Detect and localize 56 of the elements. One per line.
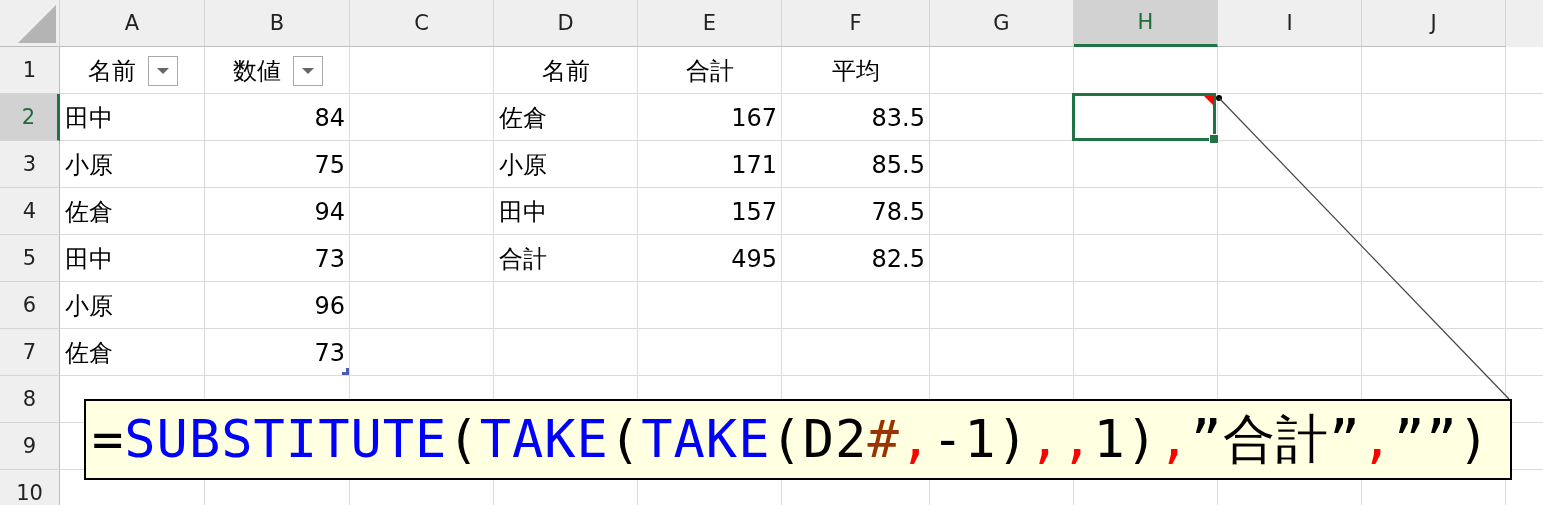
column-header[interactable]: A <box>60 0 205 47</box>
row-header[interactable]: 8 <box>0 376 60 423</box>
table-cell-text: 小原 <box>499 149 547 181</box>
table-cell: 85.5 <box>871 150 925 179</box>
row-header[interactable]: 5 <box>0 235 60 282</box>
header-cell-text: 名前 <box>542 55 590 87</box>
table-cell: 167 <box>731 103 777 132</box>
filter-dropdown-button[interactable] <box>147 55 178 86</box>
table-cell: 495 <box>731 244 777 273</box>
active-cell-border[interactable] <box>1072 93 1216 141</box>
table-cell: 94 <box>314 197 345 226</box>
column-header[interactable]: C <box>350 0 494 47</box>
row-header[interactable]: 9 <box>0 423 60 470</box>
table-cell-text: 佐倉 <box>65 196 113 228</box>
header-cell-text: 名前 <box>87 55 136 87</box>
row-header[interactable]: 10 <box>0 470 60 505</box>
column-header[interactable]: E <box>638 0 782 47</box>
table-cell-text: 合計 <box>499 243 547 275</box>
table-cell-text: 佐倉 <box>65 337 113 369</box>
row-header[interactable]: 1 <box>0 47 60 94</box>
row-header[interactable]: 7 <box>0 329 60 376</box>
table-cell: 78.5 <box>871 197 925 226</box>
column-header[interactable]: D <box>494 0 638 47</box>
table-cell-text: 小原 <box>65 149 113 181</box>
header-cell-text: 平均 <box>832 55 880 87</box>
header-cell-text: 数値 <box>232 55 281 87</box>
table-cell-text: 小原 <box>65 290 113 322</box>
table-cell: 157 <box>731 197 777 226</box>
table-cell-text: 田中 <box>499 196 547 228</box>
table-cell: 73 <box>314 244 345 273</box>
table-cell: 75 <box>314 150 345 179</box>
column-header[interactable]: G <box>930 0 1074 47</box>
row-header[interactable]: 3 <box>0 141 60 188</box>
table-cell-text: 佐倉 <box>499 102 547 134</box>
column-header[interactable]: J <box>1362 0 1506 47</box>
formula-text: =SUBSTITUTE(TAKE(TAKE(D2#,-1),,1),”合計”,””) <box>92 407 1491 471</box>
caret-icon <box>156 67 169 74</box>
row-header[interactable]: 6 <box>0 282 60 329</box>
column-header[interactable]: I <box>1218 0 1362 47</box>
table-cell: 82.5 <box>871 244 925 273</box>
table-cell: 73 <box>314 338 345 367</box>
table-cell: 96 <box>314 291 345 320</box>
table-cell-text: 田中 <box>65 102 113 134</box>
header-cell-text: 合計 <box>686 55 734 87</box>
table-cell: 83.5 <box>871 103 925 132</box>
table-cell: 171 <box>731 150 777 179</box>
resize-handle-icon[interactable] <box>342 368 349 375</box>
table-cell: 84 <box>314 103 345 132</box>
row-header[interactable]: 4 <box>0 188 60 235</box>
caret-icon <box>301 67 314 74</box>
row-header[interactable]: 2 <box>0 94 60 141</box>
table-cell-text: 田中 <box>65 243 113 275</box>
filter-dropdown-button[interactable] <box>292 55 323 86</box>
column-header[interactable]: H <box>1074 0 1218 47</box>
column-header[interactable]: B <box>205 0 350 47</box>
column-header[interactable]: F <box>782 0 930 47</box>
